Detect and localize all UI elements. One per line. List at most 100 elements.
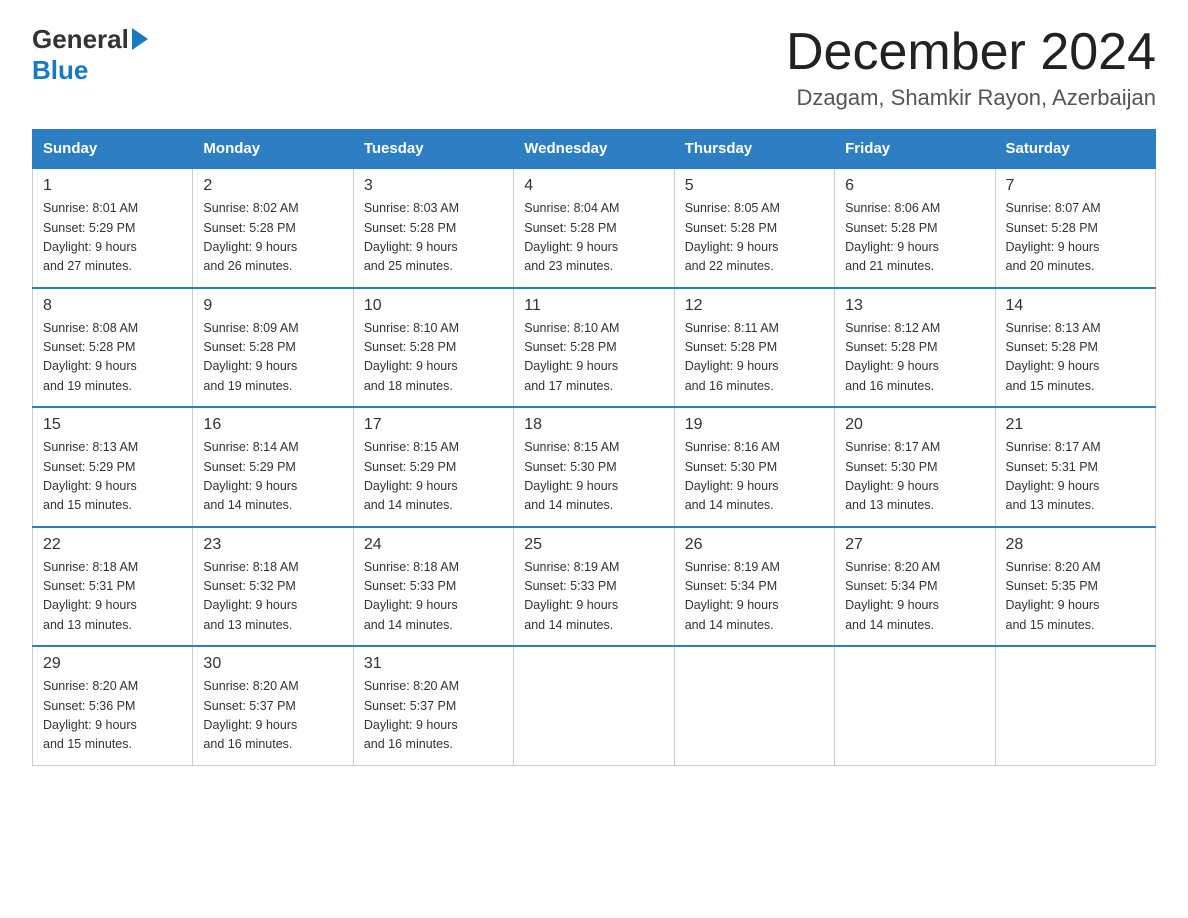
day-number: 12 — [685, 297, 824, 315]
calendar-cell: 13 Sunrise: 8:12 AMSunset: 5:28 PMDayligh… — [835, 288, 995, 408]
day-info: Sunrise: 8:14 AMSunset: 5:29 PMDaylight:… — [203, 438, 342, 516]
day-number: 28 — [1006, 536, 1145, 554]
calendar-cell: 12Sunrise: 8:11 AMSunset: 5:28 PMDayligh… — [674, 288, 834, 408]
day-number: 31 — [364, 655, 503, 673]
calendar-cell: 28Sunrise: 8:20 AMSunset: 5:35 PMDayligh… — [995, 527, 1155, 647]
day-number: 11 — [524, 297, 663, 315]
calendar-header-friday: Friday — [835, 130, 995, 169]
day-info: Sunrise: 8:20 AMSunset: 5:37 PMDaylight:… — [203, 677, 342, 755]
day-info: Sunrise: 8:15 AMSunset: 5:30 PMDaylight:… — [524, 438, 663, 516]
calendar-cell: 10 Sunrise: 8:10 AMSunset: 5:28 PMDayligh… — [353, 288, 513, 408]
day-number: 15 — [43, 416, 182, 434]
day-number: 8 — [43, 297, 182, 315]
title-block: December 2024 Dzagam, Shamkir Rayon, Aze… — [786, 24, 1156, 111]
calendar-cell: 3 Sunrise: 8:03 AMSunset: 5:28 PMDaylight… — [353, 168, 513, 288]
calendar-cell: 5Sunrise: 8:05 AMSunset: 5:28 PMDaylight… — [674, 168, 834, 288]
calendar-cell: 25Sunrise: 8:19 AMSunset: 5:33 PMDayligh… — [514, 527, 674, 647]
calendar-cell: 11 Sunrise: 8:10 AMSunset: 5:28 PMDayligh… — [514, 288, 674, 408]
day-info: Sunrise: 8:10 AMSunset: 5:28 PMDaylight:… — [524, 319, 663, 397]
calendar-table: SundayMondayTuesdayWednesdayThursdayFrid… — [32, 129, 1156, 766]
day-number: 2 — [203, 177, 342, 195]
day-number: 17 — [364, 416, 503, 434]
day-number: 9 — [203, 297, 342, 315]
calendar-cell — [514, 646, 674, 765]
day-info: Sunrise: 8:19 AMSunset: 5:34 PMDaylight:… — [685, 558, 824, 636]
day-number: 27 — [845, 536, 984, 554]
calendar-cell: 17 Sunrise: 8:15 AMSunset: 5:29 PMDayligh… — [353, 407, 513, 527]
day-number: 14 — [1006, 297, 1145, 315]
day-number: 3 — [364, 177, 503, 195]
day-info: Sunrise: 8:20 AMSunset: 5:37 PMDaylight:… — [364, 677, 503, 755]
day-number: 10 — [364, 297, 503, 315]
calendar-header-saturday: Saturday — [995, 130, 1155, 169]
calendar-cell: 4 Sunrise: 8:04 AMSunset: 5:28 PMDaylight… — [514, 168, 674, 288]
day-info: Sunrise: 8:06 AMSunset: 5:28 PMDaylight:… — [845, 199, 984, 277]
page-header: General Blue December 2024 Dzagam, Shamk… — [32, 24, 1156, 111]
calendar-cell: 14 Sunrise: 8:13 AMSunset: 5:28 PMDayligh… — [995, 288, 1155, 408]
day-number: 29 — [43, 655, 182, 673]
calendar-cell: 24 Sunrise: 8:18 AMSunset: 5:33 PMDayligh… — [353, 527, 513, 647]
week-row-4: 22 Sunrise: 8:18 AMSunset: 5:31 PMDayligh… — [33, 527, 1156, 647]
calendar-cell: 21Sunrise: 8:17 AMSunset: 5:31 PMDayligh… — [995, 407, 1155, 527]
calendar-header-wednesday: Wednesday — [514, 130, 674, 169]
calendar-cell: 2Sunrise: 8:02 AMSunset: 5:28 PMDaylight… — [193, 168, 353, 288]
week-row-2: 8 Sunrise: 8:08 AMSunset: 5:28 PMDaylight… — [33, 288, 1156, 408]
calendar-cell: 30 Sunrise: 8:20 AMSunset: 5:37 PMDayligh… — [193, 646, 353, 765]
day-info: Sunrise: 8:09 AMSunset: 5:28 PMDaylight:… — [203, 319, 342, 397]
day-info: Sunrise: 8:20 AMSunset: 5:36 PMDaylight:… — [43, 677, 182, 755]
day-info: Sunrise: 8:16 AMSunset: 5:30 PMDaylight:… — [685, 438, 824, 516]
calendar-cell: 1 Sunrise: 8:01 AMSunset: 5:29 PMDaylight… — [33, 168, 193, 288]
week-row-3: 15 Sunrise: 8:13 AMSunset: 5:29 PMDayligh… — [33, 407, 1156, 527]
logo: General Blue — [32, 24, 148, 86]
calendar-header-tuesday: Tuesday — [353, 130, 513, 169]
calendar-cell: 20 Sunrise: 8:17 AMSunset: 5:30 PMDayligh… — [835, 407, 995, 527]
day-info: Sunrise: 8:18 AMSunset: 5:31 PMDaylight:… — [43, 558, 182, 636]
day-number: 7 — [1006, 177, 1145, 195]
day-info: Sunrise: 8:05 AMSunset: 5:28 PMDaylight:… — [685, 199, 824, 277]
calendar-cell: 23 Sunrise: 8:18 AMSunset: 5:32 PMDayligh… — [193, 527, 353, 647]
week-row-5: 29 Sunrise: 8:20 AMSunset: 5:36 PMDayligh… — [33, 646, 1156, 765]
day-number: 1 — [43, 177, 182, 195]
calendar-cell: 6Sunrise: 8:06 AMSunset: 5:28 PMDaylight… — [835, 168, 995, 288]
logo-arrow-icon — [132, 28, 148, 50]
day-number: 21 — [1006, 416, 1145, 434]
day-info: Sunrise: 8:17 AMSunset: 5:30 PMDaylight:… — [845, 438, 984, 516]
day-info: Sunrise: 8:01 AMSunset: 5:29 PMDaylight:… — [43, 199, 182, 277]
calendar-header-row: SundayMondayTuesdayWednesdayThursdayFrid… — [33, 130, 1156, 169]
day-info: Sunrise: 8:15 AMSunset: 5:29 PMDaylight:… — [364, 438, 503, 516]
day-info: Sunrise: 8:12 AMSunset: 5:28 PMDaylight:… — [845, 319, 984, 397]
day-info: Sunrise: 8:13 AMSunset: 5:28 PMDaylight:… — [1006, 319, 1145, 397]
calendar-cell: 9 Sunrise: 8:09 AMSunset: 5:28 PMDaylight… — [193, 288, 353, 408]
day-number: 30 — [203, 655, 342, 673]
calendar-header-monday: Monday — [193, 130, 353, 169]
day-number: 13 — [845, 297, 984, 315]
calendar-cell: 27 Sunrise: 8:20 AMSunset: 5:34 PMDayligh… — [835, 527, 995, 647]
day-number: 22 — [43, 536, 182, 554]
calendar-cell: 18Sunrise: 8:15 AMSunset: 5:30 PMDayligh… — [514, 407, 674, 527]
day-info: Sunrise: 8:13 AMSunset: 5:29 PMDaylight:… — [43, 438, 182, 516]
calendar-cell — [835, 646, 995, 765]
day-info: Sunrise: 8:03 AMSunset: 5:28 PMDaylight:… — [364, 199, 503, 277]
day-number: 20 — [845, 416, 984, 434]
calendar-cell: 19 Sunrise: 8:16 AMSunset: 5:30 PMDayligh… — [674, 407, 834, 527]
calendar-cell: 22 Sunrise: 8:18 AMSunset: 5:31 PMDayligh… — [33, 527, 193, 647]
day-info: Sunrise: 8:10 AMSunset: 5:28 PMDaylight:… — [364, 319, 503, 397]
day-info: Sunrise: 8:08 AMSunset: 5:28 PMDaylight:… — [43, 319, 182, 397]
day-number: 24 — [364, 536, 503, 554]
day-info: Sunrise: 8:20 AMSunset: 5:34 PMDaylight:… — [845, 558, 984, 636]
day-number: 4 — [524, 177, 663, 195]
logo-blue: Blue — [32, 55, 88, 85]
calendar-cell — [674, 646, 834, 765]
calendar-cell: 8 Sunrise: 8:08 AMSunset: 5:28 PMDaylight… — [33, 288, 193, 408]
calendar-cell: 16Sunrise: 8:14 AMSunset: 5:29 PMDayligh… — [193, 407, 353, 527]
day-number: 23 — [203, 536, 342, 554]
month-title: December 2024 — [786, 24, 1156, 81]
calendar-cell — [995, 646, 1155, 765]
day-info: Sunrise: 8:07 AMSunset: 5:28 PMDaylight:… — [1006, 199, 1145, 277]
day-info: Sunrise: 8:04 AMSunset: 5:28 PMDaylight:… — [524, 199, 663, 277]
calendar-cell: 15 Sunrise: 8:13 AMSunset: 5:29 PMDayligh… — [33, 407, 193, 527]
day-info: Sunrise: 8:18 AMSunset: 5:33 PMDaylight:… — [364, 558, 503, 636]
day-info: Sunrise: 8:18 AMSunset: 5:32 PMDaylight:… — [203, 558, 342, 636]
calendar-cell: 31 Sunrise: 8:20 AMSunset: 5:37 PMDayligh… — [353, 646, 513, 765]
day-number: 19 — [685, 416, 824, 434]
